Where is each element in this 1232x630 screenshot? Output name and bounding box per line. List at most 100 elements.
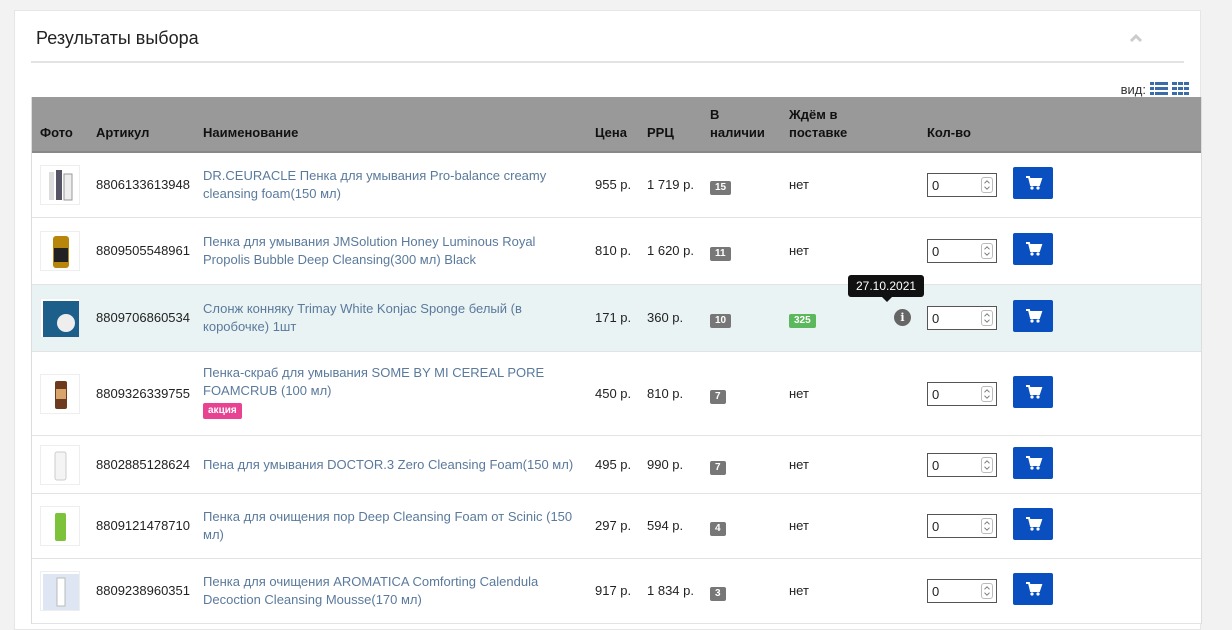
product-price: 297 р. [595, 518, 632, 533]
spinner-arrows-icon[interactable] [981, 456, 993, 473]
spinner-arrows-icon[interactable] [981, 243, 993, 259]
product-name-link[interactable]: Пенка для умывания JMSolution Honey Lumi… [203, 233, 583, 269]
product-price: 450 р. [595, 385, 632, 401]
add-to-cart-button[interactable] [1013, 573, 1053, 605]
stock-badge: 10 [710, 314, 732, 328]
table-row: 8802885128624 Пена для умывания DOCTOR.3 … [32, 436, 1201, 494]
results-panel: Результаты выбора вид: Фото Артикул Наим… [14, 10, 1202, 630]
quantity-value: 0 [932, 584, 940, 599]
cart-icon [1026, 242, 1043, 256]
add-to-cart-button[interactable] [1013, 375, 1053, 408]
quantity-stepper[interactable]: 0 [927, 381, 997, 406]
table-row: 8809121478710 Пенка для очищения пор Deep… [32, 494, 1201, 559]
product-name-line1: Пенка для умывания JMSolution Honey Lumi… [203, 234, 536, 249]
view-label: вид: [1120, 81, 1146, 97]
header-stock-line2: наличии [710, 125, 765, 140]
list-view-icon[interactable] [1150, 82, 1168, 96]
view-switcher: вид: [1121, 81, 1190, 97]
awaiting-status: нет [789, 385, 809, 401]
stock-badge: 7 [710, 460, 726, 475]
add-to-cart-button[interactable] [1013, 446, 1053, 479]
table-row: 8809326339755 Пенка-скраб для умывания SO… [32, 352, 1201, 436]
quantity-stepper[interactable]: 0 [927, 173, 997, 197]
product-name-line1: Слонж конняку Trimay White Konjac Sponge… [203, 301, 522, 316]
awaiting-status: нет [789, 177, 809, 192]
product-rrp: 990 р. [647, 456, 684, 472]
spinner-arrows-icon[interactable] [981, 518, 993, 534]
product-name-link[interactable]: DR.CEURACLE Пенка для умывания Pro-balan… [203, 167, 583, 203]
grid-view-icon[interactable] [1172, 82, 1190, 96]
cart-icon [1026, 517, 1043, 531]
product-name-line2: cleansing foam(150 мл) [203, 186, 341, 201]
product-name-link[interactable]: Пенка для очищения пор Deep Cleansing Fo… [203, 508, 583, 544]
product-rrp: 1 620 р. [647, 243, 694, 258]
product-sku: 8809505548961 [96, 243, 190, 258]
quantity-value: 0 [932, 519, 940, 534]
product-photo[interactable] [40, 506, 80, 546]
product-price: 495 р. [595, 456, 632, 472]
cart-icon [1026, 176, 1043, 190]
header-price[interactable]: Цена [595, 124, 627, 142]
quantity-stepper[interactable]: 0 [927, 452, 997, 477]
product-sku: 8809121478710 [96, 518, 190, 533]
product-photo[interactable] [40, 298, 80, 338]
awaiting-badge: 325 [789, 314, 816, 328]
stock-badge: 3 [710, 587, 726, 601]
quantity-stepper[interactable]: 0 [927, 306, 997, 330]
quantity-stepper[interactable]: 0 [927, 239, 997, 263]
spinner-arrows-icon[interactable] [981, 310, 993, 326]
stock-badge: 7 [710, 389, 726, 404]
product-name-line2: Propolis Bubble Deep Cleansing(300 мл) B… [203, 252, 477, 267]
product-name-link[interactable]: Пенка для очищения AROMATICA Comforting … [203, 573, 583, 609]
header-name[interactable]: Наименование [203, 124, 298, 142]
stock-badge: 4 [710, 522, 726, 536]
header-awaiting-line2: поставке [789, 125, 848, 140]
product-price: 810 р. [595, 243, 632, 258]
add-to-cart-button[interactable] [1013, 233, 1053, 265]
product-rrp: 594 р. [647, 518, 684, 533]
chevron-up-icon[interactable] [1129, 33, 1143, 43]
product-name-line1: Пенка-скраб для умывания SOME BY MI CERE… [203, 365, 545, 380]
spinner-arrows-icon[interactable] [981, 385, 993, 402]
info-icon[interactable]: i [894, 309, 911, 326]
spinner-arrows-icon[interactable] [981, 177, 993, 193]
quantity-value: 0 [932, 457, 940, 473]
results-table: Фото Артикул Наименование Цена РРЦ В нал… [31, 97, 1202, 624]
quantity-stepper[interactable]: 0 [927, 579, 997, 603]
product-photo[interactable] [40, 165, 80, 205]
awaiting-status: нет [789, 456, 809, 472]
table-row: 8809238960351 Пенка для очищения AROMATIC… [32, 559, 1201, 624]
header-rrp[interactable]: РРЦ [647, 124, 674, 142]
delivery-date-tooltip: 27.10.2021 [848, 275, 925, 302]
cart-icon [1026, 309, 1043, 323]
product-name-link[interactable]: Слонж конняку Trimay White Konjac Sponge… [203, 300, 583, 336]
table-row: 8809706860534 Слонж конняку Trimay White … [32, 285, 1201, 352]
product-name-line2: мл) [203, 527, 224, 542]
header-sku[interactable]: Артикул [96, 124, 149, 142]
product-sku: 8809326339755 [96, 385, 190, 401]
header-qty: Кол-во [927, 125, 971, 140]
quantity-stepper[interactable]: 0 [927, 514, 997, 538]
stock-badge: 11 [710, 247, 731, 261]
header-photo: Фото [40, 125, 73, 140]
header-stock[interactable]: В наличии [710, 106, 765, 142]
product-rrp: 1 719 р. [647, 177, 694, 192]
cart-icon [1026, 455, 1043, 470]
add-to-cart-button[interactable] [1013, 300, 1053, 332]
product-photo[interactable] [40, 571, 80, 611]
spinner-arrows-icon[interactable] [981, 583, 993, 599]
product-photo[interactable] [40, 231, 80, 271]
table-header: Фото Артикул Наименование Цена РРЦ В нал… [32, 97, 1201, 153]
awaiting-status: нет [789, 243, 809, 258]
table-row: 8806133613948 DR.CEURACLE Пенка для умыва… [32, 153, 1201, 218]
header-awaiting[interactable]: Ждём в поставке [789, 106, 847, 142]
product-photo[interactable] [40, 373, 80, 414]
product-name-link[interactable]: Пенка-скраб для умывания SOME BY MI CERE… [203, 364, 583, 419]
header-awaiting-line1: Ждём в [789, 107, 838, 122]
add-to-cart-button[interactable] [1013, 167, 1053, 199]
product-name-line1: Пенка для очищения пор Deep Cleansing Fo… [203, 509, 573, 524]
add-to-cart-button[interactable] [1013, 508, 1053, 540]
product-photo[interactable] [40, 444, 80, 485]
product-name-link[interactable]: Пена для умывания DOCTOR.3 Zero Cleansin… [203, 456, 583, 474]
quantity-value: 0 [932, 311, 940, 326]
